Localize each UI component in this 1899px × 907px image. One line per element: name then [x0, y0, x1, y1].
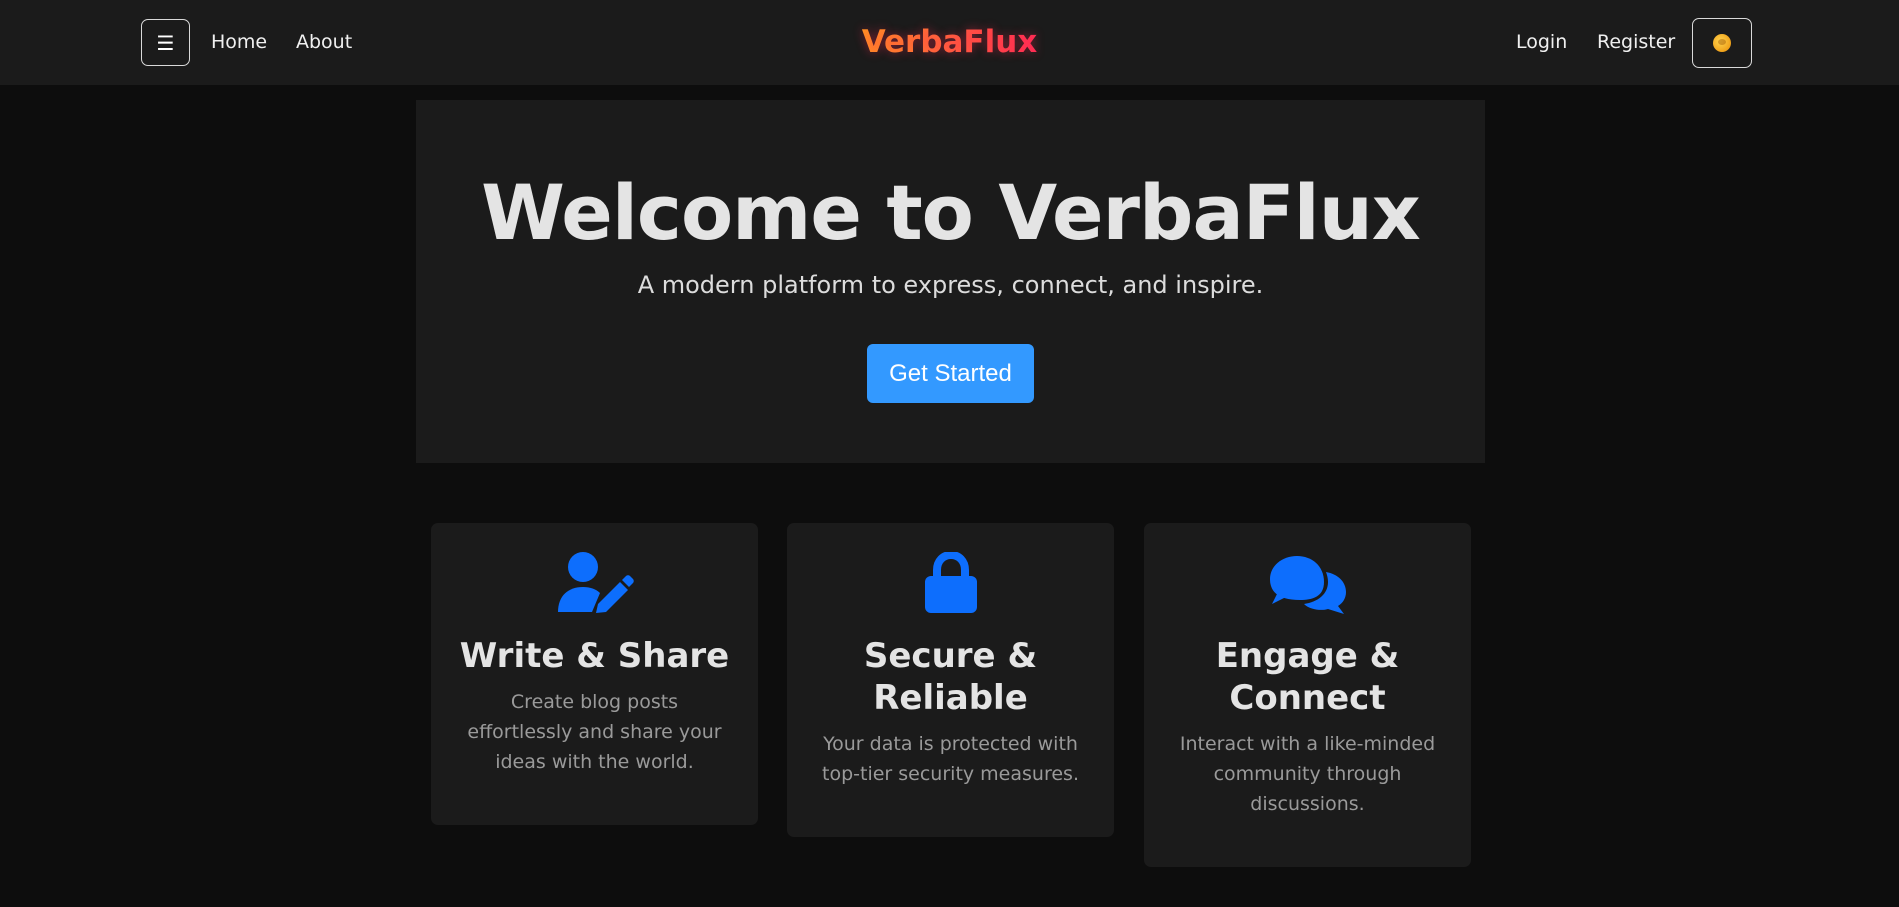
comments-icon	[1144, 552, 1471, 614]
sun-emoji-icon	[1713, 34, 1731, 52]
nav-link-register[interactable]: Register	[1597, 31, 1675, 53]
navbar: ☰ Home About VerbaFlux Login Register	[0, 0, 1899, 85]
feature-card-write-share: Write & Share Create blog posts effortle…	[431, 523, 758, 825]
feature-description: Interact with a like-minded community th…	[1179, 733, 1436, 815]
feature-description: Create blog posts effortlessly and share…	[467, 691, 722, 773]
feature-title: Secure & Reliable	[863, 636, 1038, 718]
hero-section: Welcome to VerbaFlux A modern platform t…	[416, 100, 1485, 463]
theme-toggle-button[interactable]	[1692, 18, 1752, 68]
feature-card-engage-connect: Engage & Connect Interact with a like-mi…	[1144, 523, 1471, 867]
user-pen-icon	[431, 552, 758, 614]
feature-title: Engage & Connect	[1215, 636, 1400, 718]
brand-logo-text[interactable]: VerbaFlux	[862, 24, 1038, 60]
get-started-button[interactable]: Get Started	[867, 344, 1034, 403]
menu-toggle-button[interactable]: ☰	[141, 19, 190, 66]
nav-link-about[interactable]: About	[296, 31, 352, 53]
feature-title: Write & Share	[459, 636, 730, 676]
nav-link-home[interactable]: Home	[211, 31, 267, 53]
lock-icon	[787, 552, 1114, 614]
feature-card-secure-reliable: Secure & Reliable Your data is protected…	[787, 523, 1114, 837]
hero-title: Welcome to VerbaFlux	[481, 168, 1421, 257]
hero-subtitle: A modern platform to express, connect, a…	[637, 271, 1264, 299]
feature-description: Your data is protected with top-tier sec…	[822, 733, 1079, 785]
nav-link-login[interactable]: Login	[1516, 31, 1567, 53]
hamburger-icon: ☰	[156, 30, 175, 55]
